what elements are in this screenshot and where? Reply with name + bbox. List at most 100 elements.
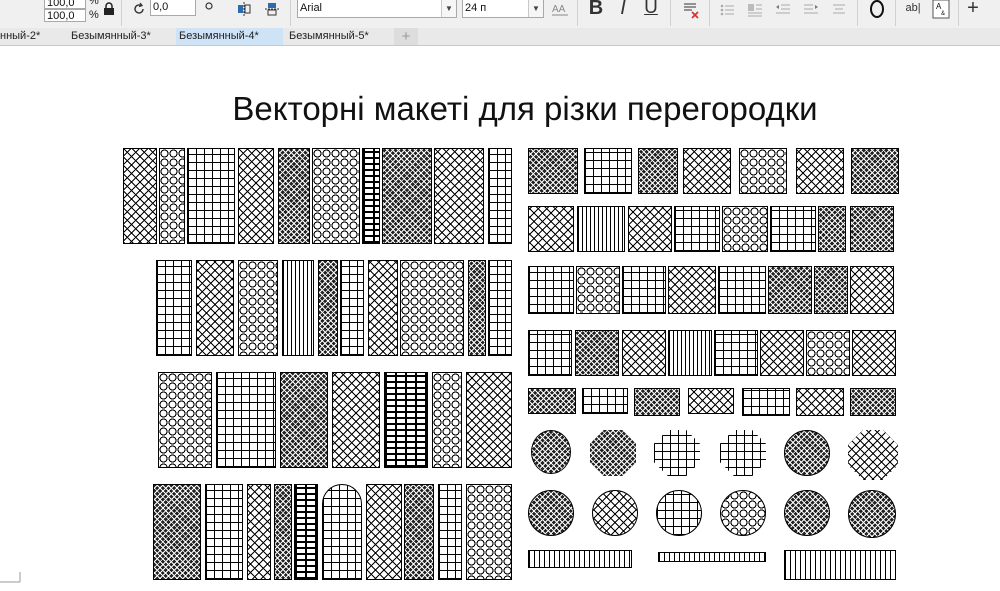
partition-panel[interactable]: [668, 266, 716, 314]
text-align-icon[interactable]: [829, 0, 849, 20]
text-frame-icon[interactable]: [866, 0, 888, 20]
partition-panel[interactable]: [216, 372, 276, 468]
rotation-angle-input[interactable]: 0,0: [150, 0, 196, 16]
partition-panel[interactable]: [400, 260, 464, 356]
partition-medallion[interactable]: [848, 430, 898, 480]
tab-document-4[interactable]: Безымянный-4*: [176, 28, 283, 45]
bold-button[interactable]: B: [586, 0, 606, 19]
partition-panel[interactable]: [158, 372, 212, 468]
tab-document-3[interactable]: Безымянный-3*: [68, 28, 175, 45]
decrease-indent-icon[interactable]: [773, 0, 793, 20]
drop-cap-icon[interactable]: [745, 0, 765, 20]
partition-panel[interactable]: [404, 484, 434, 580]
partition-panel[interactable]: [278, 148, 310, 244]
partition-border-strip[interactable]: [528, 550, 632, 568]
partition-panel[interactable]: [438, 484, 462, 580]
partition-panel[interactable]: [742, 388, 790, 416]
partition-medallion[interactable]: [784, 490, 830, 536]
partition-medallion[interactable]: [656, 490, 702, 536]
partition-panel[interactable]: [205, 484, 243, 580]
glyph-icon[interactable]: A &: [930, 0, 952, 20]
partition-panel[interactable]: [466, 484, 512, 580]
lock-ratio-icon[interactable]: [102, 0, 116, 18]
chevron-down-icon[interactable]: ▼: [441, 0, 456, 17]
partition-panel[interactable]: [806, 330, 850, 376]
tab-document-5[interactable]: Безымянный-5*: [286, 28, 393, 45]
partition-panel[interactable]: [247, 484, 271, 580]
partition-panel[interactable]: [280, 372, 328, 468]
partition-panel[interactable]: [638, 148, 678, 194]
partition-panel[interactable]: [575, 330, 619, 376]
partition-border-strip[interactable]: [658, 552, 766, 562]
scale-y-input[interactable]: 100,0: [44, 9, 86, 22]
partition-panel[interactable]: [488, 148, 512, 244]
partition-panel[interactable]: [384, 372, 428, 468]
partition-panel[interactable]: [814, 266, 848, 314]
add-button[interactable]: +: [962, 0, 984, 19]
partition-panel[interactable]: [768, 266, 812, 314]
partition-panel[interactable]: [852, 330, 896, 376]
partition-panel[interactable]: [153, 484, 201, 580]
partition-medallion[interactable]: [528, 490, 574, 536]
partition-panel[interactable]: [577, 206, 625, 252]
edit-text-button[interactable]: ab|: [902, 0, 924, 18]
partition-panel[interactable]: [674, 206, 720, 252]
partition-panel[interactable]: [274, 484, 292, 580]
partition-panel[interactable]: [368, 260, 398, 356]
partition-panel[interactable]: [362, 148, 380, 244]
tab-document-2[interactable]: нный-2*: [0, 28, 62, 45]
partition-panel[interactable]: [468, 260, 486, 356]
partition-panel[interactable]: [796, 388, 844, 416]
partition-medallion[interactable]: [654, 430, 700, 476]
partition-medallion[interactable]: [720, 490, 766, 536]
partition-panel[interactable]: [634, 388, 680, 416]
italic-button[interactable]: I: [613, 0, 633, 19]
partition-panel[interactable]: [688, 388, 734, 414]
partition-panel[interactable]: [714, 330, 758, 376]
partition-border-strip[interactable]: [784, 550, 896, 580]
partition-medallion[interactable]: [531, 430, 571, 474]
partition-panel[interactable]: [718, 266, 766, 314]
partition-panel[interactable]: [850, 206, 894, 252]
partition-panel[interactable]: [722, 206, 768, 252]
partition-medallion[interactable]: [592, 490, 638, 536]
partition-panel[interactable]: [622, 266, 666, 314]
partition-panel[interactable]: [318, 260, 338, 356]
partition-panel[interactable]: [159, 148, 185, 244]
partition-panel[interactable]: [528, 330, 572, 376]
partition-panel[interactable]: [622, 330, 666, 376]
partition-panel[interactable]: [850, 388, 896, 416]
partition-panel[interactable]: [238, 260, 278, 356]
partition-panel[interactable]: [366, 484, 402, 580]
partition-panel[interactable]: [739, 148, 787, 194]
mirror-horizontal-icon[interactable]: [234, 0, 254, 18]
scale-x-input[interactable]: 100,0: [44, 0, 86, 9]
partition-panel[interactable]: [156, 260, 192, 356]
partition-panel[interactable]: [796, 148, 844, 194]
new-tab-button[interactable]: +: [394, 28, 418, 45]
partition-medallion[interactable]: [720, 430, 766, 476]
font-family-select[interactable]: Arial ▼: [297, 0, 457, 18]
partition-panel[interactable]: [760, 330, 804, 376]
drawing-canvas[interactable]: Векторні макеті для різки перегородки: [0, 46, 1000, 590]
partition-panel[interactable]: [668, 330, 712, 376]
partition-panel[interactable]: [238, 148, 274, 244]
partition-panel[interactable]: [340, 260, 364, 356]
partition-medallion[interactable]: [590, 430, 636, 476]
partition-panel[interactable]: [432, 372, 462, 468]
partition-panel[interactable]: [488, 260, 512, 356]
paragraph-format-icon[interactable]: [680, 0, 702, 20]
partition-panel[interactable]: [322, 484, 362, 580]
partition-panel[interactable]: [528, 266, 574, 314]
partition-panel[interactable]: [683, 148, 731, 194]
partition-panel[interactable]: [382, 148, 432, 244]
partition-panel[interactable]: [434, 148, 484, 244]
partition-panel[interactable]: [770, 206, 816, 252]
partition-panel[interactable]: [818, 206, 846, 252]
partition-panel[interactable]: [282, 260, 314, 356]
chevron-down-icon[interactable]: ▼: [528, 0, 543, 17]
text-case-icon[interactable]: AA: [549, 0, 571, 18]
underline-button[interactable]: U: [641, 0, 661, 19]
partition-panel[interactable]: [851, 148, 899, 194]
bullet-list-icon[interactable]: [717, 0, 737, 20]
